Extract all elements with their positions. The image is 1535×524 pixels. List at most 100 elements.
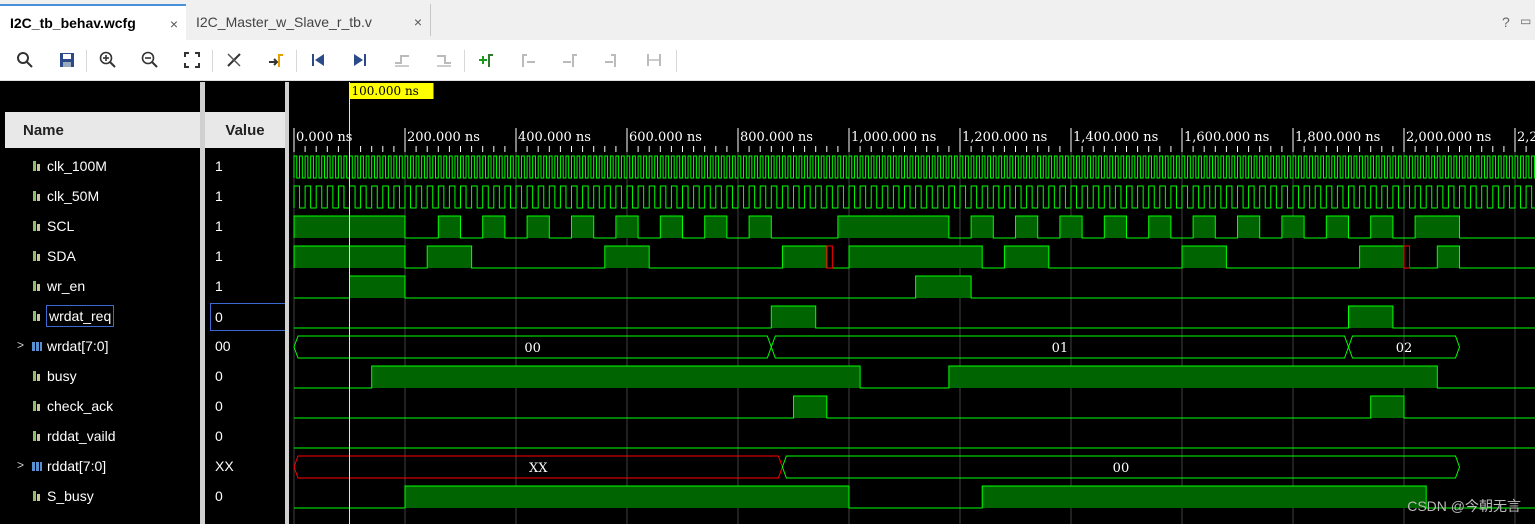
bit-signal-icon [33,191,40,201]
snap-to-transition-icon[interactable] [642,48,666,72]
toolbar-divider [86,50,87,72]
scl-high-fill [1059,216,1083,238]
time-tick-label: 1,000.000 ns [851,130,936,145]
close-icon[interactable]: × [414,14,422,30]
expand-icon[interactable]: > [17,338,24,352]
help-icon[interactable]: ? [1502,14,1510,30]
signal-name-row[interactable]: clk_50M [31,184,99,208]
signal-value: 00 [215,338,231,354]
signal-value: 0 [215,488,223,504]
signal-value: 1 [215,248,223,264]
bit-signal-icon [33,491,40,501]
expand-icon[interactable]: > [17,458,24,472]
tab-wcfg[interactable]: I2C_tb_behav.wcfg × [0,4,186,40]
signal-name: rddat[7:0] [47,458,107,474]
signal-value: 1 [215,278,223,294]
signal-name-row[interactable]: busy [31,364,77,388]
scl-high-fill [1281,216,1305,238]
signal-value: 0 [210,303,286,331]
tab-label: I2C_tb_behav.wcfg [10,15,136,31]
name-column-header[interactable]: Name [5,112,200,148]
bit-signal-icon [33,371,40,381]
signal-name-row[interactable]: SDA [31,244,76,268]
go-to-cursor-icon[interactable] [264,48,288,72]
time-tick-label: 0.000 ns [296,130,352,145]
signal-name-row[interactable]: clk_100M [31,154,107,178]
close-icon[interactable]: × [170,16,178,32]
time-tick-label: 800.000 ns [740,130,813,145]
scl-high-fill [615,216,639,238]
tab-divider [430,4,431,36]
sda-high-fill [849,246,983,268]
bus-signal-icon [32,342,42,351]
rddat-segment-label: 00 [1113,461,1130,476]
sda-high-fill [782,246,827,268]
scl-high-fill [660,216,683,238]
next-marker-icon[interactable] [558,48,582,72]
swap-cursors-icon[interactable] [600,48,624,72]
signal-name-row[interactable]: wrdat[7:0] [31,334,108,358]
signal-name-row[interactable]: S_busy [31,484,94,508]
sda-high-fill [1437,246,1460,268]
signal-name: check_ack [47,398,114,414]
zoom-in-icon[interactable] [96,48,120,72]
clk-50m-trace [293,185,1535,209]
signal-name: S_busy [47,488,94,504]
signal-name-row[interactable]: rddat[7:0] [31,454,106,478]
previous-marker-icon[interactable] [516,48,540,72]
check-ack-high-fill [1370,396,1404,418]
value-column-header[interactable]: Value [205,112,285,148]
signal-value: 0 [215,368,223,384]
signal-name-row[interactable]: rddat_vaild [31,424,116,448]
go-to-end-icon[interactable] [348,48,372,72]
bit-signal-icon [33,401,40,411]
restore-icon[interactable]: ▭ [1520,14,1531,28]
s-busy-high-fill [405,486,849,508]
cursor-remove-icon[interactable] [222,48,246,72]
scl-high-fill [1237,216,1260,238]
check-ack-high-fill [793,396,827,418]
sda-unknown [1403,245,1411,269]
go-to-start-icon[interactable] [306,48,330,72]
time-tick-label: 2,000.000 ns [1406,130,1491,145]
time-tick-label: 1,400.000 ns [1073,130,1158,145]
scl-high-fill [837,216,949,238]
signal-name: clk_50M [47,188,100,204]
add-marker-icon[interactable] [474,48,498,72]
signal-list-panel: Name Value clk_100M 1 clk_50M 1 SCL 1 SDA 1 wr_e… [5,82,286,524]
tab-testbench[interactable]: I2C_Master_w_Slave_r_tb.v × [186,4,430,40]
bit-signal-icon [33,431,40,441]
clk-100m-trace [293,155,1535,179]
zoom-out-icon[interactable] [138,48,162,72]
scl-high-fill [1370,216,1393,238]
search-icon[interactable] [13,48,37,72]
time-tick-label: 1,800.000 ns [1295,130,1380,145]
wr-en-high-fill [915,276,972,298]
scl-high-fill [1326,216,1349,238]
previous-transition-icon[interactable] [390,48,414,72]
signal-name-row[interactable]: SCL [31,214,74,238]
watermark: CSDN @今朝无言 [1407,498,1521,514]
column-splitter[interactable] [200,82,205,524]
signal-value: XX [215,458,234,474]
scl-high-fill [1104,216,1127,238]
signal-name-row[interactable]: wr_en [31,274,85,298]
wr-en-high-fill [349,276,405,298]
waveform-canvas[interactable]: 0.000 ns 200.000 ns 400.000 ns 600.000 ns 80… [289,82,1535,524]
scl-high-fill [704,216,727,238]
signal-name-row[interactable]: check_ack [31,394,113,418]
signal-name-row[interactable]: wrdat_req [31,304,115,328]
wrdat-req-high-fill [1348,306,1393,328]
next-transition-icon[interactable] [432,48,456,72]
bit-signal-icon [33,251,40,261]
signal-value: 0 [215,398,223,414]
save-icon[interactable] [55,48,79,72]
zoom-fit-icon[interactable] [180,48,204,72]
waveform-toolbar [0,40,1535,81]
s-busy-high-fill [982,486,1427,508]
signal-value: 1 [215,158,223,174]
sda-high-fill [604,246,650,268]
signal-name: clk_100M [47,158,107,174]
wrdat-req-high-fill [771,306,816,328]
toolbar-divider [212,50,213,72]
